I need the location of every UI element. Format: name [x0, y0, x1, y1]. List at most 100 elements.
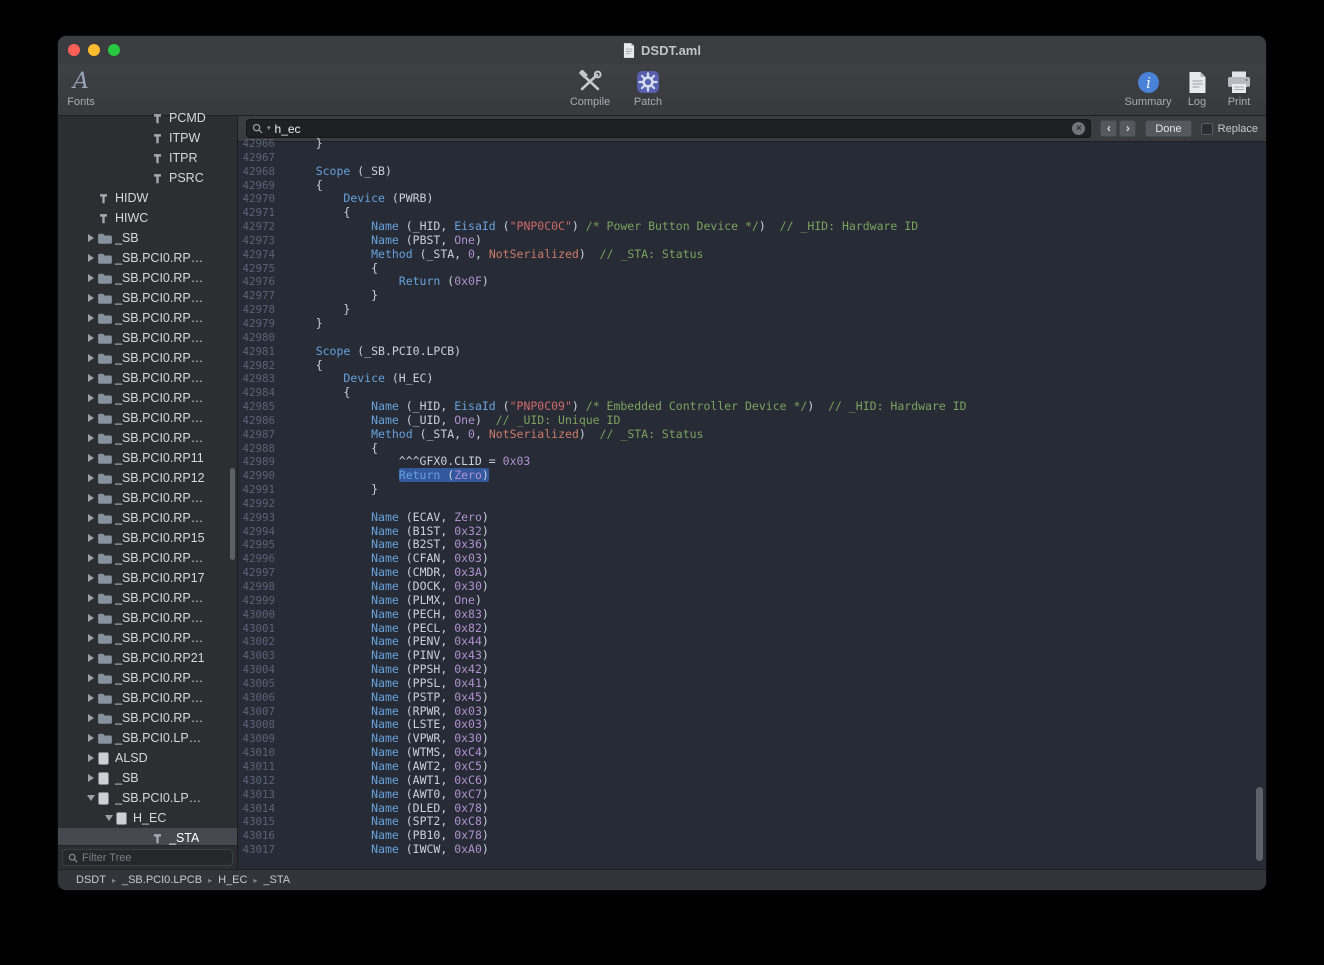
code-line-43011[interactable]: 43011 Name (AWT2, 0xC5) — [238, 760, 1266, 774]
code-line-42991[interactable]: 42991 } — [238, 483, 1266, 497]
code-line-42990[interactable]: 42990 Return (Zero) — [238, 469, 1266, 483]
code-line-42966[interactable]: 42966 } — [238, 137, 1266, 151]
close-button[interactable] — [68, 44, 80, 56]
code-line-42974[interactable]: 42974 Method (_STA, 0, NotSerialized) //… — [238, 248, 1266, 262]
tree-item--sb-pci0-rp-[interactable]: _SB.PCI0.RP… — [58, 688, 237, 708]
minimize-button[interactable] — [88, 44, 100, 56]
tree-item--sb-pci0-rp-[interactable]: _SB.PCI0.RP… — [58, 428, 237, 448]
tree-item-hidw[interactable]: HIDW — [58, 188, 237, 208]
disclosure-closed-icon[interactable] — [84, 508, 98, 528]
tree-item-pcmd[interactable]: PCMD — [58, 108, 237, 128]
tree-item--sb-pci0-lp-[interactable]: _SB.PCI0.LP… — [58, 788, 237, 808]
code-line-43008[interactable]: 43008 Name (LSTE, 0x03) — [238, 718, 1266, 732]
code-line-43016[interactable]: 43016 Name (PB10, 0x78) — [238, 829, 1266, 843]
code-line-42998[interactable]: 42998 Name (DOCK, 0x30) — [238, 580, 1266, 594]
tree-item--sb-pci0-rp-[interactable]: _SB.PCI0.RP… — [58, 588, 237, 608]
tree-item--sb[interactable]: _SB — [58, 768, 237, 788]
code-line-43013[interactable]: 43013 Name (AWT0, 0xC7) — [238, 788, 1266, 802]
code-line-42992[interactable]: 42992 — [238, 497, 1266, 511]
code-line-43001[interactable]: 43001 Name (PECL, 0x82) — [238, 622, 1266, 636]
disclosure-closed-icon[interactable] — [84, 628, 98, 648]
disclosure-open-icon[interactable] — [84, 788, 98, 808]
tree-item--sb-pci0-rp11[interactable]: _SB.PCI0.RP11 — [58, 448, 237, 468]
disclosure-closed-icon[interactable] — [84, 528, 98, 548]
tree-item--sb[interactable]: _SB — [58, 228, 237, 248]
code-line-42981[interactable]: 42981 Scope (_SB.PCI0.LPCB) — [238, 345, 1266, 359]
tree-item-itpw[interactable]: ITPW — [58, 128, 237, 148]
fonts-button[interactable]: A Fonts — [60, 68, 102, 108]
code-lines[interactable]: 42966 }4296742968 Scope (_SB)42969 { 4297… — [238, 137, 1266, 869]
code-line-42971[interactable]: 42971 { — [238, 206, 1266, 220]
disclosure-closed-icon[interactable] — [84, 388, 98, 408]
code-line-42994[interactable]: 42994 Name (B1ST, 0x32) — [238, 525, 1266, 539]
code-line-42999[interactable]: 42999 Name (PLMX, One) — [238, 594, 1266, 608]
tree-item--sb-pci0-rp-[interactable]: _SB.PCI0.RP… — [58, 608, 237, 628]
code-line-42985[interactable]: 42985 Name (_HID, EisaId ("PNP0C09") /* … — [238, 400, 1266, 414]
code-line-43000[interactable]: 43000 Name (PECH, 0x83) — [238, 608, 1266, 622]
code-line-43002[interactable]: 43002 Name (PENV, 0x44) — [238, 635, 1266, 649]
code-line-43006[interactable]: 43006 Name (PSTP, 0x45) — [238, 691, 1266, 705]
breadcrumb-item[interactable]: DSDT — [76, 874, 106, 886]
tree-item--sb-pci0-rp17[interactable]: _SB.PCI0.RP17 — [58, 568, 237, 588]
code-line-42972[interactable]: 42972 Name (_HID, EisaId ("PNP0C0C") /* … — [238, 220, 1266, 234]
disclosure-closed-icon[interactable] — [84, 728, 98, 748]
find-previous-button[interactable]: ‹ — [1100, 120, 1117, 137]
code-line-43004[interactable]: 43004 Name (PPSH, 0x42) — [238, 663, 1266, 677]
done-button[interactable]: Done — [1145, 120, 1191, 137]
disclosure-closed-icon[interactable] — [84, 248, 98, 268]
tree-item--sb-pci0-rp-[interactable]: _SB.PCI0.RP… — [58, 348, 237, 368]
code-line-42976[interactable]: 42976 Return (0x0F) — [238, 275, 1266, 289]
disclosure-closed-icon[interactable] — [84, 468, 98, 488]
clear-search-icon[interactable]: ✕ — [1072, 122, 1085, 135]
breadcrumb-item[interactable]: H_EC — [218, 874, 247, 886]
disclosure-closed-icon[interactable] — [84, 548, 98, 568]
disclosure-closed-icon[interactable] — [84, 408, 98, 428]
editor-scrollbar[interactable] — [1256, 787, 1263, 861]
tree-item--sb-pci0-rp-[interactable]: _SB.PCI0.RP… — [58, 328, 237, 348]
disclosure-closed-icon[interactable] — [84, 648, 98, 668]
filter-tree-input[interactable] — [82, 852, 227, 864]
disclosure-closed-icon[interactable] — [84, 448, 98, 468]
code-line-43017[interactable]: 43017 Name (IWCW, 0xA0) — [238, 843, 1266, 857]
disclosure-closed-icon[interactable] — [84, 748, 98, 768]
replace-toggle[interactable]: Replace — [1201, 123, 1258, 135]
code-line-42968[interactable]: 42968 Scope (_SB) — [238, 165, 1266, 179]
tree-item--sb-pci0-rp-[interactable]: _SB.PCI0.RP… — [58, 708, 237, 728]
disclosure-closed-icon[interactable] — [84, 768, 98, 788]
tree-item--sb-pci0-rp-[interactable]: _SB.PCI0.RP… — [58, 288, 237, 308]
summary-button[interactable]: i Summary — [1124, 68, 1172, 108]
code-line-42983[interactable]: 42983 Device (H_EC) — [238, 372, 1266, 386]
code-line-42980[interactable]: 42980 — [238, 331, 1266, 345]
breadcrumb-item[interactable]: _STA — [263, 874, 290, 886]
code-line-42988[interactable]: 42988 { — [238, 442, 1266, 456]
disclosure-closed-icon[interactable] — [84, 228, 98, 248]
code-line-42975[interactable]: 42975 { — [238, 262, 1266, 276]
code-line-43015[interactable]: 43015 Name (SPT2, 0xC8) — [238, 815, 1266, 829]
tree-item--sb-pci0-lp-[interactable]: _SB.PCI0.LP… — [58, 728, 237, 748]
code-line-42997[interactable]: 42997 Name (CMDR, 0x3A) — [238, 566, 1266, 580]
tree-item-hiwc[interactable]: HIWC — [58, 208, 237, 228]
code-line-42967[interactable]: 42967 — [238, 151, 1266, 165]
code-line-42986[interactable]: 42986 Name (_UID, One) // _UID: Unique I… — [238, 414, 1266, 428]
tree-item--sb-pci0-rp-[interactable]: _SB.PCI0.RP… — [58, 268, 237, 288]
tree-item--sb-pci0-rp-[interactable]: _SB.PCI0.RP… — [58, 368, 237, 388]
disclosure-closed-icon[interactable] — [84, 668, 98, 688]
tree-item-alsd[interactable]: ALSD — [58, 748, 237, 768]
search-options-caret-icon[interactable]: ▾ — [267, 125, 271, 132]
zoom-button[interactable] — [108, 44, 120, 56]
disclosure-closed-icon[interactable] — [84, 288, 98, 308]
disclosure-closed-icon[interactable] — [84, 368, 98, 388]
disclosure-closed-icon[interactable] — [84, 428, 98, 448]
code-line-42987[interactable]: 42987 Method (_STA, 0, NotSerialized) //… — [238, 428, 1266, 442]
titlebar[interactable]: DSDT.aml — [58, 36, 1266, 64]
tree-item--sb-pci0-rp-[interactable]: _SB.PCI0.RP… — [58, 308, 237, 328]
code-line-42969[interactable]: 42969 { — [238, 179, 1266, 193]
sidebar-scrollbar[interactable] — [230, 468, 235, 560]
code-line-42993[interactable]: 42993 Name (ECAV, Zero) — [238, 511, 1266, 525]
patch-button[interactable]: Patch — [624, 68, 672, 108]
print-button[interactable]: Print — [1222, 68, 1256, 108]
disclosure-closed-icon[interactable] — [84, 568, 98, 588]
tree-item--sb-pci0-rp-[interactable]: _SB.PCI0.RP… — [58, 508, 237, 528]
tree-item--sb-pci0-rp-[interactable]: _SB.PCI0.RP… — [58, 408, 237, 428]
tree-item--sb-pci0-rp-[interactable]: _SB.PCI0.RP… — [58, 628, 237, 648]
